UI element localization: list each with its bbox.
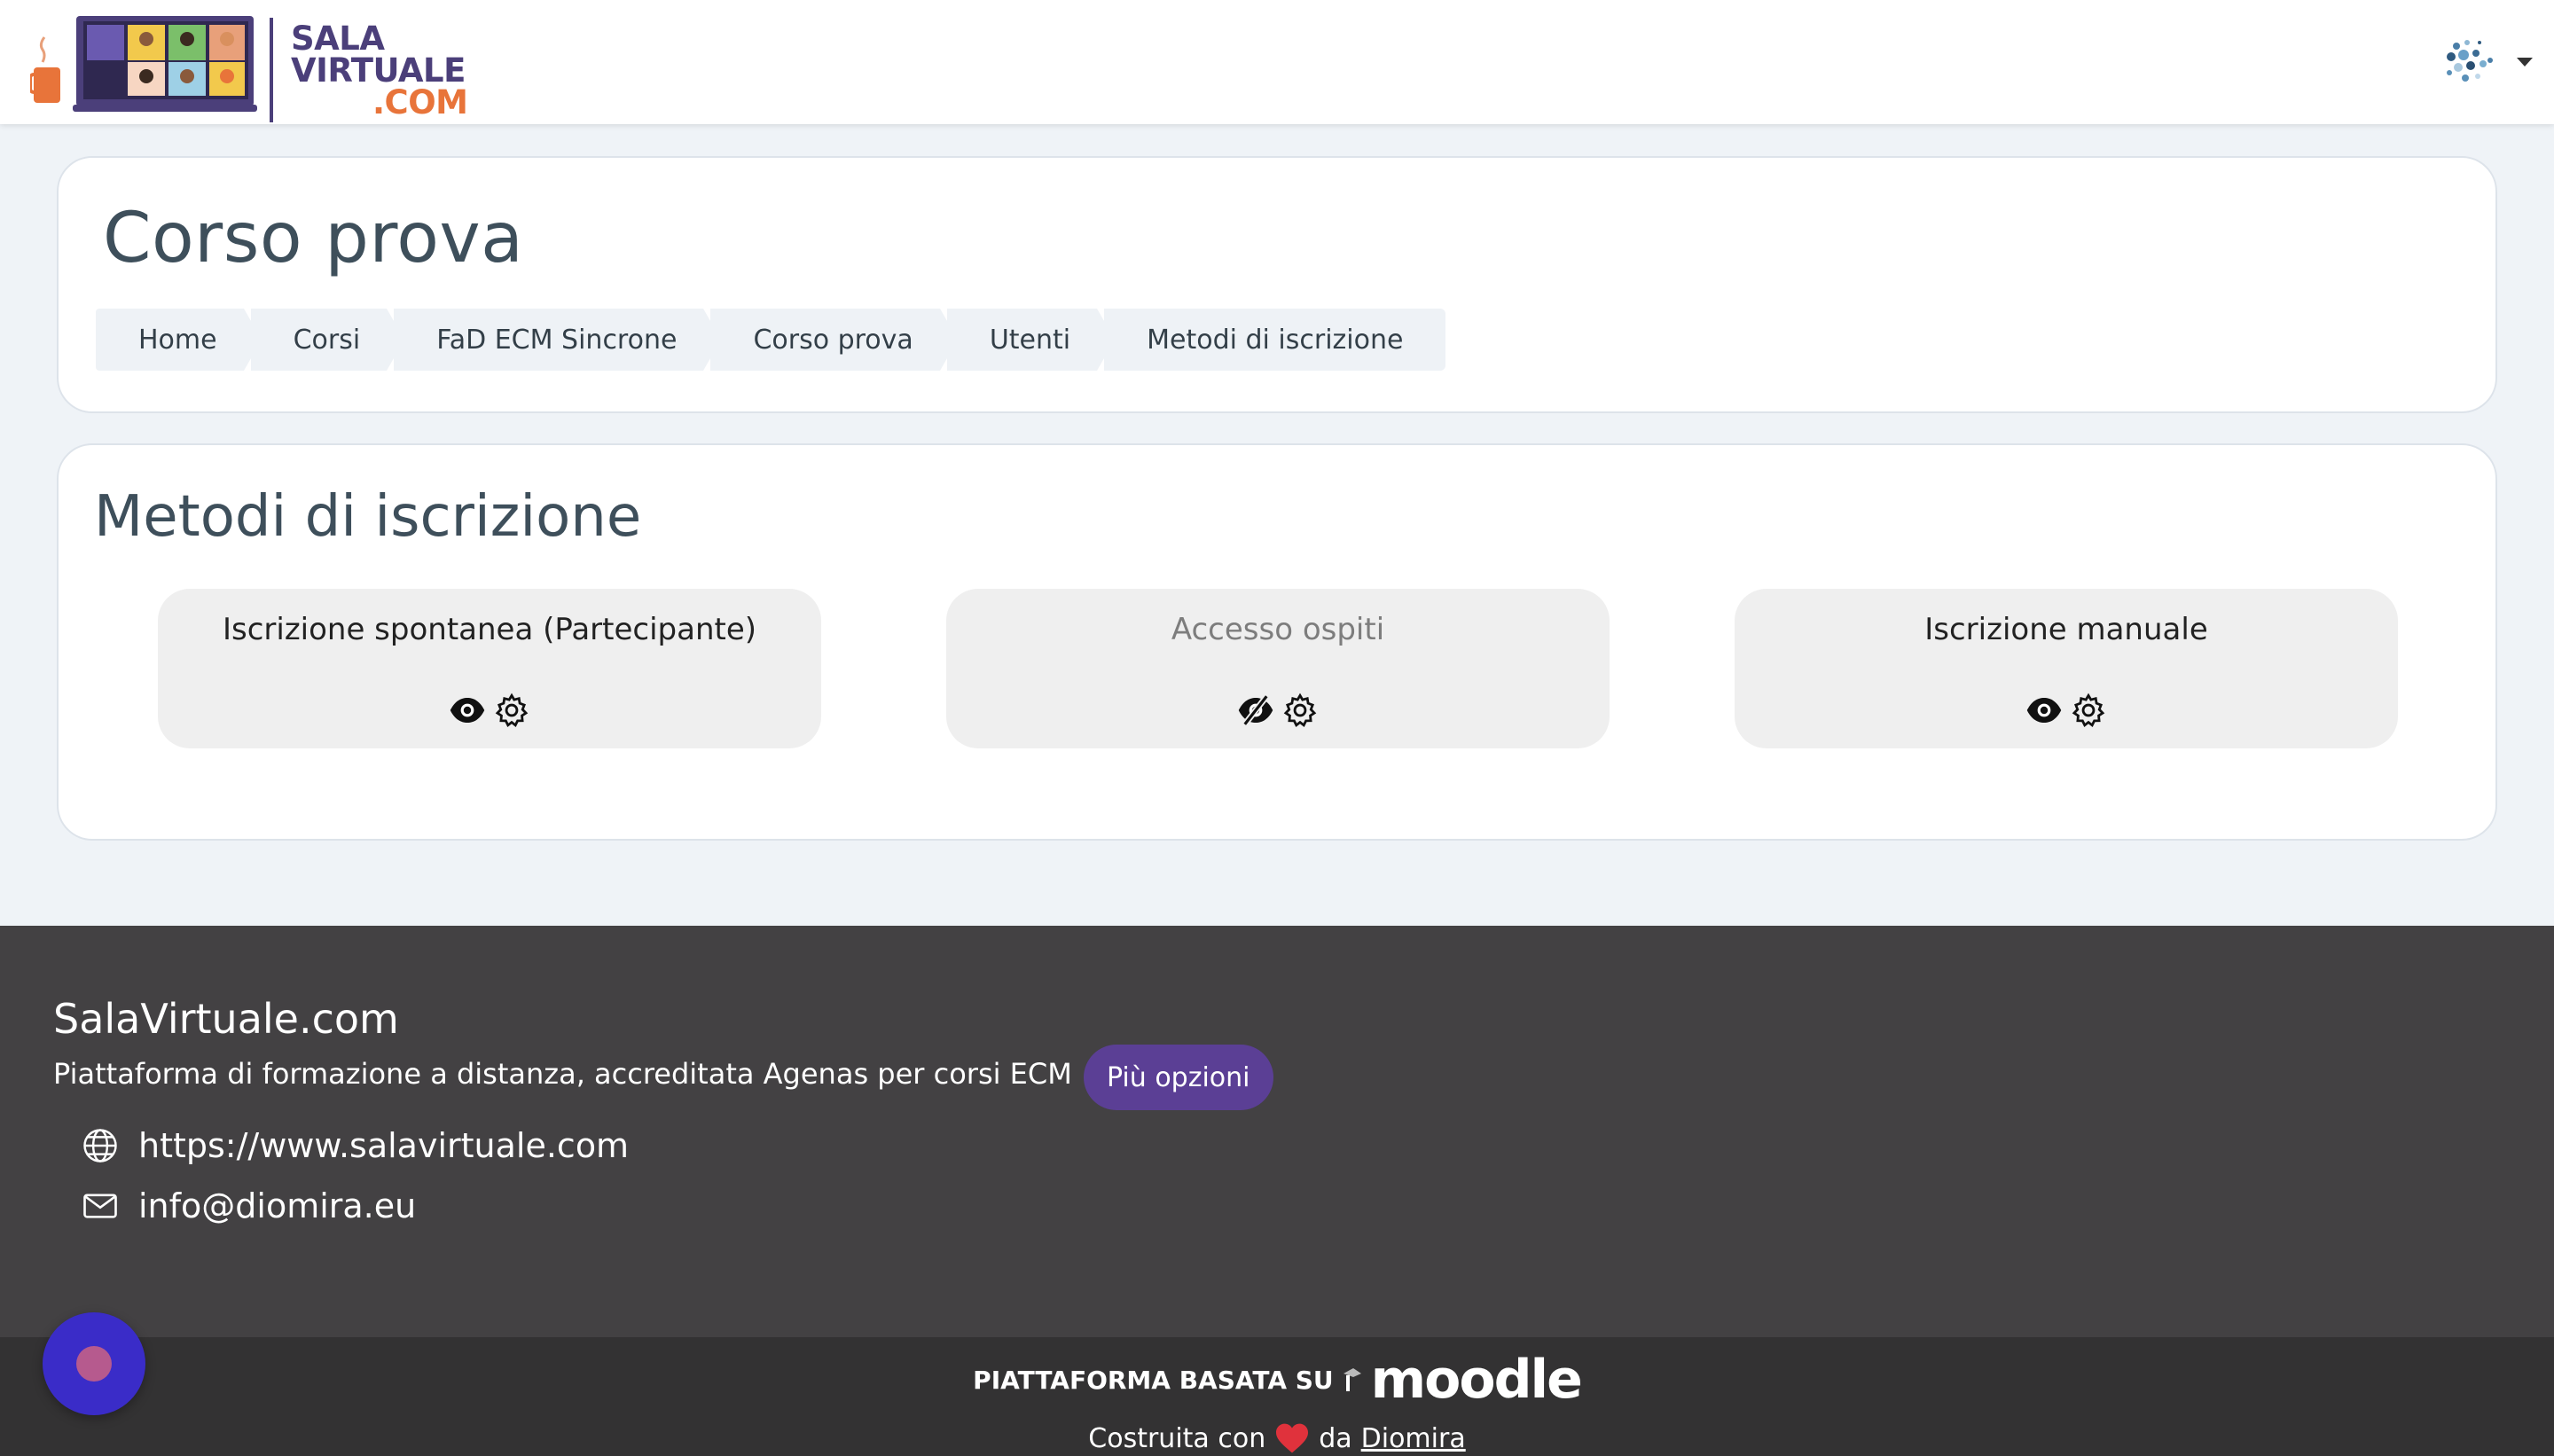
by-text: da: [1319, 1422, 1352, 1454]
enrolment-method-name: Iscrizione manuale: [1924, 612, 2208, 647]
moodle-logo: moodle: [1370, 1349, 1583, 1411]
footer-website-text[interactable]: https://www.salavirtuale.com: [138, 1126, 629, 1165]
logo-line1: SALA: [291, 20, 385, 58]
envelope-icon: [83, 1194, 117, 1218]
chat-widget-button[interactable]: [43, 1312, 145, 1415]
footer-website-link[interactable]: https://www.salavirtuale.com: [82, 1126, 629, 1165]
author-link[interactable]: Diomira: [1361, 1423, 1466, 1454]
enrolment-method-name: Iscrizione spontanea (Partecipante): [222, 612, 757, 647]
logo-line3: .COM: [372, 83, 468, 121]
user-menu-toggle[interactable]: [2409, 30, 2533, 94]
enrolment-method-name: Accesso ospiti: [1171, 612, 1385, 647]
breadcrumb: Home Corsi FaD ECM Sincrone Corso prova …: [96, 309, 1453, 371]
gear-icon[interactable]: [1281, 692, 1319, 729]
sub-footer: PIATTAFORMA BASATA SU moodle Costruita c…: [0, 1337, 2554, 1456]
top-navbar: SALA VIRTUALE .COM: [0, 0, 2554, 124]
site-logo[interactable]: SALA VIRTUALE .COM: [28, 9, 468, 122]
enrolment-method-manual: Iscrizione manuale: [1735, 589, 2398, 748]
eye-slash-icon[interactable]: [1237, 692, 1274, 729]
built-with-text: Costruita con: [1088, 1422, 1266, 1454]
site-footer: SalaVirtuale.com Piattaforma di formazio…: [0, 926, 2554, 1337]
page-header-card: Corso prova Home Corsi FaD ECM Sincrone …: [57, 156, 2497, 413]
heart-icon: [1276, 1423, 1309, 1453]
footer-email-link[interactable]: info@diomira.eu: [82, 1186, 416, 1225]
powered-by-text: PIATTAFORMA BASATA SU: [973, 1365, 1334, 1395]
gear-icon[interactable]: [493, 692, 530, 729]
footer-email-text[interactable]: info@diomira.eu: [138, 1186, 416, 1225]
moodle-hat-icon: [1343, 1368, 1361, 1391]
enrolment-methods-card: Metodi di iscrizione Iscrizione spontane…: [57, 443, 2497, 841]
chat-icon: [76, 1346, 112, 1382]
enrolment-method-guest: Accesso ospiti: [946, 589, 1610, 748]
section-title: Metodi di iscrizione: [94, 484, 642, 550]
footer-site-name: SalaVirtuale.com: [53, 995, 399, 1043]
logo-illustration: [28, 16, 257, 112]
breadcrumb-item-users[interactable]: Utenti: [946, 309, 1116, 371]
globe-icon: [83, 1129, 117, 1162]
powered-by-moodle[interactable]: PIATTAFORMA BASATA SU moodle: [0, 1353, 2554, 1406]
breadcrumb-item-corsi[interactable]: Corsi: [250, 309, 404, 371]
footer-description: Piattaforma di formazione a distanza, ac…: [53, 1057, 1072, 1091]
logo-line2: VIRTUALE: [291, 51, 466, 90]
enrolment-method-self: Iscrizione spontanea (Partecipante): [158, 589, 821, 748]
eye-icon[interactable]: [2025, 692, 2063, 729]
page-title: Corso prova: [103, 199, 524, 278]
built-by: Costruita con da Diomira: [0, 1422, 2554, 1454]
more-options-button[interactable]: Più opzioni: [1084, 1045, 1273, 1110]
chevron-down-icon: [2517, 58, 2533, 67]
breadcrumb-item-current: Metodi di iscrizione: [1104, 309, 1446, 371]
breadcrumb-item-category[interactable]: FaD ECM Sincrone: [394, 309, 722, 371]
user-avatar-icon: [2447, 40, 2493, 82]
breadcrumb-item-home[interactable]: Home: [96, 309, 262, 371]
breadcrumb-item-course[interactable]: Corso prova: [710, 309, 959, 371]
logo-wordmark: SALA VIRTUALE .COM: [291, 20, 468, 121]
logo-divider: [270, 18, 273, 122]
eye-icon[interactable]: [449, 692, 486, 729]
gear-icon[interactable]: [2070, 692, 2107, 729]
